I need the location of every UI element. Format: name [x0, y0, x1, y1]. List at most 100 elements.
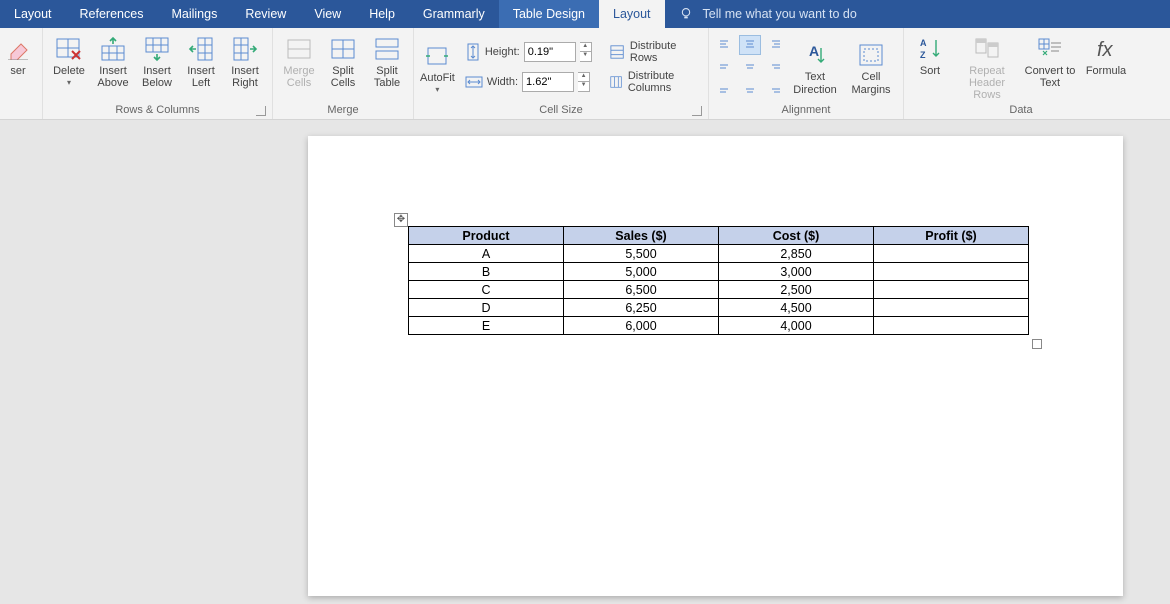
align-bot-left-button[interactable]	[715, 79, 737, 99]
insert-below-button[interactable]: Insert Below	[137, 31, 177, 89]
width-input[interactable]	[522, 72, 574, 92]
cell-margins-button[interactable]: Cell Margins	[845, 37, 897, 95]
table-cell[interactable]: C	[409, 281, 564, 299]
repeat-header-icon	[974, 37, 1000, 61]
distribute-columns-label: Distribute Columns	[628, 70, 698, 94]
align-mid-left-button[interactable]	[715, 57, 737, 77]
insert-right-button[interactable]: Insert Right	[225, 31, 265, 89]
split-table-icon	[374, 37, 400, 61]
chevron-down-icon: ▾	[67, 79, 71, 88]
merge-cells-button[interactable]: Merge Cells	[279, 31, 319, 89]
table-cell[interactable]	[874, 317, 1029, 335]
tab-layout[interactable]: Layout	[0, 0, 66, 28]
th-product[interactable]: Product	[409, 227, 564, 245]
align-mid-right-button[interactable]	[763, 57, 785, 77]
sort-button[interactable]: AZ Sort	[910, 31, 950, 77]
table-cell[interactable]: 6,250	[564, 299, 719, 317]
th-sales[interactable]: Sales ($)	[564, 227, 719, 245]
autofit-button[interactable]: AutoFit ▾	[420, 38, 455, 95]
sort-label: Sort	[920, 65, 940, 77]
cell-size-group-label: Cell Size	[539, 104, 582, 116]
table-cell[interactable]: 3,000	[719, 263, 874, 281]
convert-to-text-button[interactable]: Convert to Text	[1024, 31, 1076, 89]
tab-grammarly[interactable]: Grammarly	[409, 0, 499, 28]
row-height-field: Height: ▲▼	[465, 41, 592, 63]
align-top-center-button[interactable]	[739, 35, 761, 55]
document-area: ✥ Product Sales ($) Cost ($) Profit ($) …	[0, 120, 1170, 604]
menu-bar: Layout References Mailings Review View H…	[0, 0, 1170, 28]
table-cell[interactable]: 4,500	[719, 299, 874, 317]
width-spinner[interactable]: ▲▼	[578, 72, 590, 92]
table-cell[interactable]: 6,500	[564, 281, 719, 299]
table-cell[interactable]	[874, 281, 1029, 299]
tab-review[interactable]: Review	[231, 0, 300, 28]
height-spinner[interactable]: ▲▼	[580, 42, 592, 62]
data-table[interactable]: Product Sales ($) Cost ($) Profit ($) A5…	[408, 226, 1029, 335]
eraser-label: ser	[10, 65, 25, 77]
eraser-button[interactable]: ser	[0, 31, 36, 77]
merge-cells-icon	[286, 38, 312, 60]
table-cell[interactable]: 2,850	[719, 245, 874, 263]
height-input[interactable]	[524, 42, 576, 62]
table-cell[interactable]: A	[409, 245, 564, 263]
table-resize-handle-icon[interactable]	[1032, 339, 1042, 349]
dialog-launcher-icon[interactable]	[692, 106, 702, 116]
table-cell[interactable]	[874, 299, 1029, 317]
th-profit[interactable]: Profit ($)	[874, 227, 1029, 245]
table-cell[interactable]: D	[409, 299, 564, 317]
table-cell[interactable]: 5,000	[564, 263, 719, 281]
insert-above-button[interactable]: Insert Above	[93, 31, 133, 89]
table-cell[interactable]	[874, 263, 1029, 281]
table-row: C6,5002,500	[409, 281, 1029, 299]
table-cell[interactable]: B	[409, 263, 564, 281]
distribute-rows-label: Distribute Rows	[630, 40, 698, 64]
align-mid-center-button[interactable]	[739, 57, 761, 77]
split-cells-button[interactable]: Split Cells	[323, 31, 363, 89]
formula-button[interactable]: fx Formula	[1080, 31, 1132, 77]
insert-left-icon	[188, 36, 214, 62]
merge-cells-label: Merge Cells	[279, 65, 319, 89]
page[interactable]: ✥ Product Sales ($) Cost ($) Profit ($) …	[308, 136, 1123, 596]
table-cell[interactable]: 6,000	[564, 317, 719, 335]
align-top-right-button[interactable]	[763, 35, 785, 55]
tab-view[interactable]: View	[300, 0, 355, 28]
th-cost[interactable]: Cost ($)	[719, 227, 874, 245]
tell-me-text: Tell me what you want to do	[703, 7, 857, 21]
rows-columns-group-label: Rows & Columns	[115, 104, 199, 116]
table-cell[interactable]: 2,500	[719, 281, 874, 299]
repeat-header-rows-button[interactable]: Repeat Header Rows	[954, 31, 1020, 101]
dialog-launcher-icon[interactable]	[256, 106, 266, 116]
table-cell[interactable]: 5,500	[564, 245, 719, 263]
tell-me[interactable]: Tell me what you want to do	[665, 0, 871, 28]
width-icon	[465, 74, 483, 90]
table-move-handle-icon[interactable]: ✥	[394, 213, 408, 227]
split-table-button[interactable]: Split Table	[367, 31, 407, 89]
table-row: B5,0003,000	[409, 263, 1029, 281]
tab-table-layout[interactable]: Layout	[599, 0, 665, 28]
alignment-grid	[715, 35, 785, 99]
insert-below-icon	[144, 36, 170, 62]
svg-text:A: A	[809, 43, 819, 59]
text-direction-button[interactable]: A Text Direction	[789, 37, 841, 95]
delete-button[interactable]: Delete ▾	[49, 31, 89, 88]
insert-left-button[interactable]: Insert Left	[181, 31, 221, 89]
tab-references[interactable]: References	[66, 0, 158, 28]
table-cell[interactable]	[874, 245, 1029, 263]
tab-mailings[interactable]: Mailings	[157, 0, 231, 28]
svg-text:fx: fx	[1097, 39, 1114, 61]
formula-icon: fx	[1094, 36, 1118, 62]
distribute-rows-button[interactable]: Distribute Rows	[606, 41, 702, 63]
insert-above-label: Insert Above	[93, 65, 133, 89]
distribute-columns-button[interactable]: Distribute Columns	[606, 71, 702, 93]
align-bot-right-button[interactable]	[763, 79, 785, 99]
tab-table-design[interactable]: Table Design	[499, 0, 599, 28]
delete-label: Delete	[53, 65, 85, 77]
data-group-label: Data	[910, 102, 1132, 119]
align-bot-center-button[interactable]	[739, 79, 761, 99]
tab-help[interactable]: Help	[355, 0, 409, 28]
align-top-left-button[interactable]	[715, 35, 737, 55]
table-cell[interactable]: 4,000	[719, 317, 874, 335]
alignment-group-label: Alignment	[715, 102, 897, 119]
table-cell[interactable]: E	[409, 317, 564, 335]
insert-right-label: Insert Right	[225, 65, 265, 89]
